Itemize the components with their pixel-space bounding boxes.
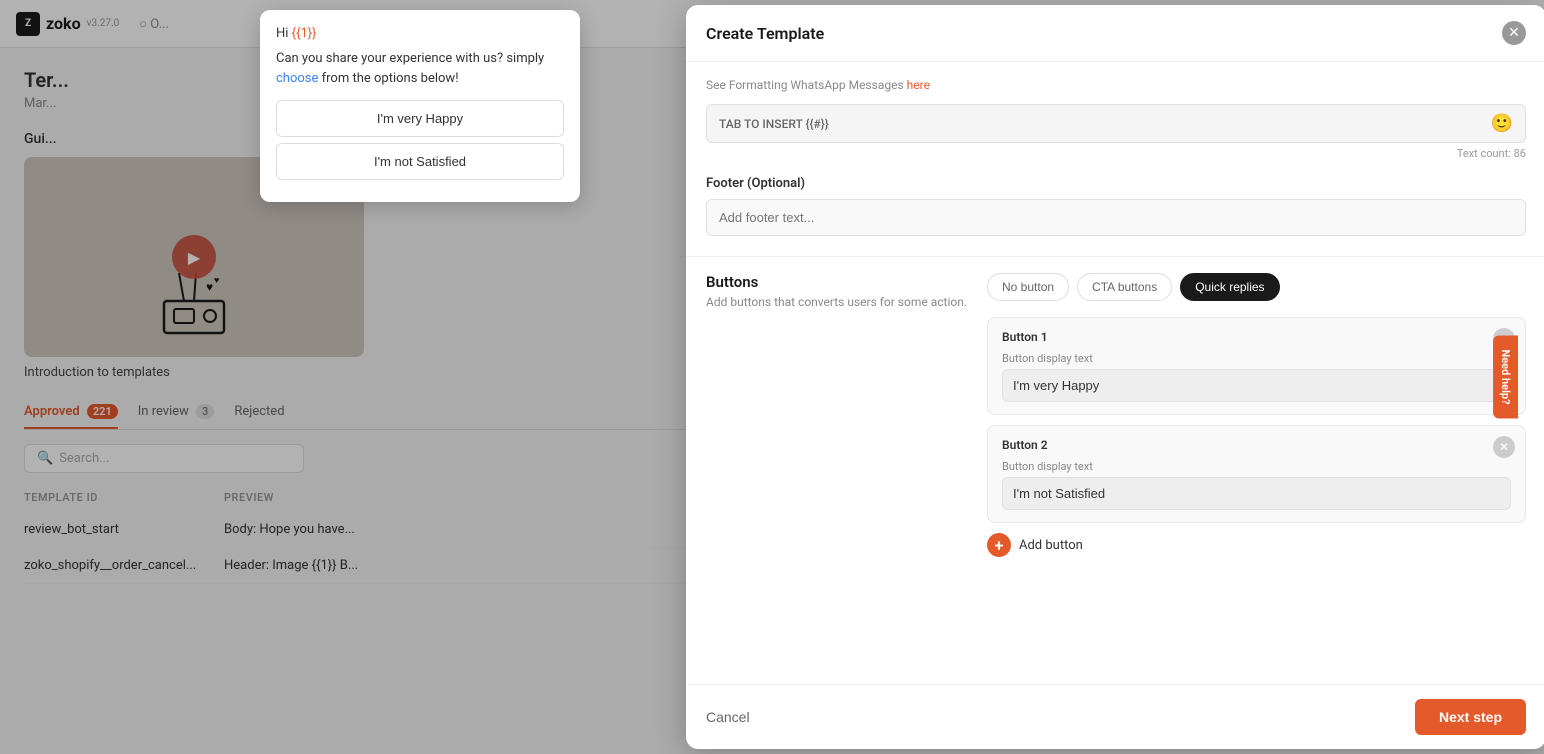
preview-btn-not-satisfied[interactable]: I'm not Satisfied (276, 143, 564, 180)
button2-display-label: Button display text (1002, 460, 1511, 473)
dialog-close-button[interactable]: ✕ (1502, 21, 1526, 45)
button2-display-input[interactable] (1002, 477, 1511, 510)
next-step-button[interactable]: Next step (1415, 699, 1526, 735)
dialog-footer: Cancel Next step (686, 684, 1544, 749)
preview-btn-happy[interactable]: I'm very Happy (276, 100, 564, 137)
dialog-header: Create Template ✕ (686, 5, 1544, 62)
button-card-2: Button 2 ✕ Button display text (987, 425, 1526, 523)
highlight-text: choose (276, 71, 318, 86)
footer-section-label: Footer (Optional) (706, 176, 1526, 191)
buttons-layout: Buttons Add buttons that converts users … (686, 273, 1544, 577)
buttons-title: Buttons (706, 273, 967, 291)
footer-input[interactable] (706, 199, 1526, 236)
preview-popup: Hi {{1}} Can you share your experience w… (260, 10, 580, 202)
preview-greeting: Hi {{1}} (276, 26, 564, 41)
divider (686, 256, 1544, 257)
cancel-button[interactable]: Cancel (706, 709, 750, 725)
btn-type-quick-replies[interactable]: Quick replies (1180, 273, 1279, 301)
button1-header: Button 1 (1002, 330, 1511, 344)
dialog-title: Create Template (706, 24, 824, 43)
btn-type-cta[interactable]: CTA buttons (1077, 273, 1172, 301)
button-card-1: Button 1 ✕ Button display text (987, 317, 1526, 415)
add-button-row[interactable]: + Add button (987, 533, 1526, 557)
button1-display-input[interactable] (1002, 369, 1511, 402)
format-link[interactable]: here (907, 78, 930, 92)
need-help-tab[interactable]: Need help? (1493, 335, 1518, 418)
btn-type-no-button[interactable]: No button (987, 273, 1069, 301)
preview-body: Can you share your experience with us? s… (276, 49, 564, 88)
tab-insert-area: TAB TO INSERT {{#}} 🙂 (706, 104, 1526, 143)
add-button-label: Add button (1019, 538, 1083, 553)
tab-insert-label: TAB TO INSERT {{#}} (719, 117, 829, 131)
body-top: See Formatting WhatsApp Messages here TA… (686, 62, 1544, 256)
add-button-icon: + (987, 533, 1011, 557)
btn-type-row: No button CTA buttons Quick replies (987, 273, 1526, 301)
buttons-meta: Buttons Add buttons that converts users … (706, 273, 967, 557)
buttons-right: No button CTA buttons Quick replies Butt… (987, 273, 1526, 557)
button2-header: Button 2 (1002, 438, 1511, 452)
button2-remove[interactable]: ✕ (1493, 436, 1515, 458)
emoji-button[interactable]: 🙂 (1491, 113, 1513, 134)
dialog-body: See Formatting WhatsApp Messages here TA… (686, 62, 1544, 684)
buttons-desc: Add buttons that converts users for some… (706, 295, 967, 309)
spacer (686, 577, 1544, 617)
button1-display-label: Button display text (1002, 352, 1511, 365)
format-note: See Formatting WhatsApp Messages here (706, 78, 1526, 92)
text-count: Text count: 86 (706, 147, 1526, 160)
template-var: {{1}} (292, 26, 317, 41)
create-template-dialog: Create Template ✕ See Formatting WhatsAp… (686, 5, 1544, 749)
